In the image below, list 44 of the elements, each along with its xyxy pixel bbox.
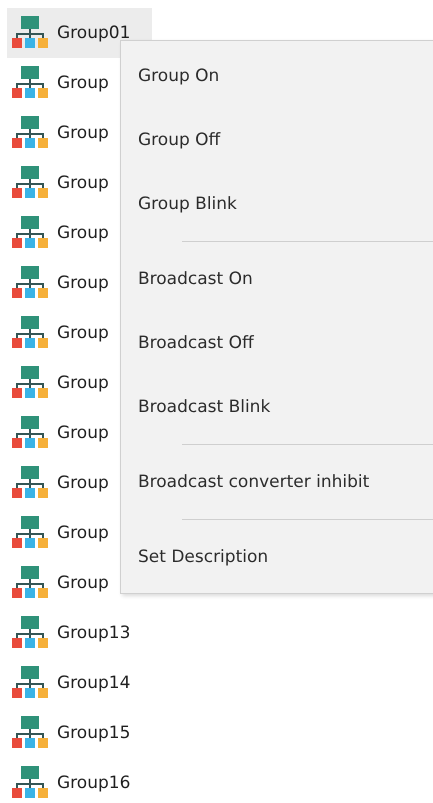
- network-icon: [12, 116, 48, 150]
- group-label: Group: [57, 323, 109, 343]
- group-item[interactable]: Group01: [7, 8, 152, 58]
- network-icon: [12, 666, 48, 700]
- menu-item[interactable]: Group Off: [121, 108, 433, 172]
- group-label: Group13: [57, 623, 130, 643]
- group-label: Group: [57, 73, 109, 93]
- network-icon: [12, 366, 48, 400]
- group-label: Group: [57, 173, 109, 193]
- network-icon: [12, 616, 48, 650]
- network-icon: [12, 166, 48, 200]
- group-label: Group15: [57, 723, 130, 743]
- network-icon: [12, 516, 48, 550]
- menu-item[interactable]: Set Description: [121, 525, 433, 589]
- group-label: Group: [57, 273, 109, 293]
- menu-item[interactable]: Broadcast Off: [121, 311, 433, 375]
- menu-item[interactable]: Group Blink: [121, 172, 433, 236]
- group-item[interactable]: Group14: [7, 658, 152, 708]
- network-icon: [12, 66, 48, 100]
- network-icon: [12, 416, 48, 450]
- menu-item[interactable]: Broadcast On: [121, 247, 433, 311]
- group-label: Group16: [57, 773, 130, 793]
- group-item[interactable]: Group16: [7, 758, 152, 803]
- group-label: Group14: [57, 673, 130, 693]
- network-icon: [12, 566, 48, 600]
- group-label: Group: [57, 123, 109, 143]
- menu-item[interactable]: Broadcast Blink: [121, 375, 433, 439]
- network-icon: [12, 316, 48, 350]
- menu-item[interactable]: Broadcast converter inhibit: [121, 450, 433, 514]
- network-icon: [12, 716, 48, 750]
- group-label: Group: [57, 223, 109, 243]
- group-label: Group: [57, 473, 109, 493]
- network-icon: [12, 266, 48, 300]
- group-item[interactable]: Group15: [7, 708, 152, 758]
- group-label: Group: [57, 423, 109, 443]
- network-icon: [12, 766, 48, 800]
- group-label: Group: [57, 373, 109, 393]
- network-icon: [12, 466, 48, 500]
- network-icon: [12, 216, 48, 250]
- group-item[interactable]: Group13: [7, 608, 152, 658]
- group-label: Group: [57, 573, 109, 593]
- network-icon: [12, 16, 48, 50]
- group-label: Group01: [57, 23, 130, 43]
- group-label: Group: [57, 523, 109, 543]
